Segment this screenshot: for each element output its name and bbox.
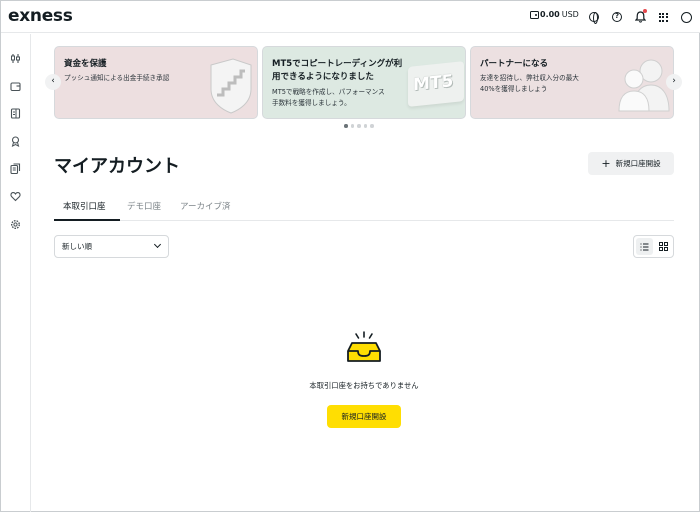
banner-become-partner[interactable]: パートナーになる 友達を招待し、弊社収入分の最大 40%を獲得しましょう bbox=[470, 46, 674, 119]
carousel-dot[interactable] bbox=[363, 124, 367, 128]
carousel-dot[interactable] bbox=[350, 124, 354, 128]
carousel-dot[interactable] bbox=[344, 124, 348, 128]
balance-amount: 0.00 bbox=[540, 10, 560, 19]
help-icon[interactable]: ? bbox=[611, 11, 623, 23]
banner-title: 資金を保護 bbox=[64, 59, 107, 69]
mt5-illustration: MT5 bbox=[408, 61, 464, 107]
active-tab-indicator bbox=[54, 219, 120, 221]
rewards-icon[interactable] bbox=[10, 132, 21, 147]
banner-body-line1: 友達を招待し、弊社収入分の最大 bbox=[480, 74, 579, 82]
document-icon[interactable] bbox=[10, 104, 21, 119]
plus-icon: + bbox=[601, 156, 611, 170]
list-icon bbox=[640, 242, 649, 251]
balance-currency: USD bbox=[561, 10, 579, 19]
notification-dot bbox=[643, 9, 647, 13]
globe-icon[interactable] bbox=[588, 11, 600, 24]
open-new-account-cta-button[interactable]: 新規口座開設 bbox=[327, 405, 401, 428]
profile-icon[interactable] bbox=[680, 11, 692, 23]
tab-demo-accounts[interactable]: デモ口座 bbox=[127, 200, 161, 212]
banner-title-line2: 用できるようになりました bbox=[272, 72, 374, 82]
account-tabs: 本取引口座 デモ口座 アーカイブ済 bbox=[54, 197, 674, 221]
banner-title: パートナーになる bbox=[480, 59, 549, 69]
open-new-account-button[interactable]: + 新規口座開設 bbox=[588, 152, 674, 175]
banner-body: プッシュ通知による出金手続き承認 bbox=[64, 74, 170, 82]
tab-real-accounts[interactable]: 本取引口座 bbox=[63, 200, 106, 212]
top-bar: exness 0.00 USD ? bbox=[1, 1, 700, 33]
carousel-prev-button[interactable]: ‹ bbox=[45, 74, 61, 90]
apps-grid-icon[interactable] bbox=[657, 11, 669, 23]
empty-state-message: 本取引口座をお持ちでありません bbox=[309, 381, 419, 390]
wallet-icon[interactable] bbox=[10, 77, 21, 92]
shield-stairs-illustration bbox=[210, 58, 252, 114]
sidebar bbox=[1, 34, 31, 512]
view-toggle bbox=[633, 235, 674, 258]
banner-body-line2: 40%を獲得しましょう bbox=[480, 85, 548, 93]
partners-illustration bbox=[618, 59, 670, 112]
trading-icon[interactable] bbox=[10, 49, 21, 63]
grid-view-button[interactable] bbox=[655, 238, 672, 255]
banner-protect-funds[interactable]: 資金を保護 プッシュ通知による出金手続き承認 bbox=[54, 46, 258, 119]
favorites-icon[interactable] bbox=[10, 187, 21, 202]
carousel-next-button[interactable]: › bbox=[666, 74, 682, 90]
banner-title-line1: MT5でコピートレーディングが利 bbox=[272, 59, 403, 69]
list-view-button[interactable] bbox=[636, 238, 653, 255]
balance-display[interactable]: 0.00 USD bbox=[530, 10, 579, 19]
sort-select[interactable]: 新しい順 bbox=[54, 235, 169, 258]
banner-body-line1: MT5で戦略を作成し、パフォーマンス bbox=[272, 88, 385, 96]
chevron-down-icon bbox=[153, 240, 162, 249]
sort-selected-value: 新しい順 bbox=[62, 242, 92, 251]
carousel-dot[interactable] bbox=[357, 124, 361, 128]
open-new-account-label: 新規口座開設 bbox=[615, 159, 661, 168]
exness-logo[interactable]: exness bbox=[8, 6, 73, 26]
banner-body-line2: 手数料を獲得しましょう。 bbox=[272, 99, 351, 107]
grid-icon bbox=[659, 242, 668, 251]
app-window: exness 0.00 USD ? 資金を保護 プッシュ通知による出金手続き承認… bbox=[0, 0, 700, 512]
copy-icon[interactable] bbox=[10, 159, 21, 175]
tab-archived[interactable]: アーカイブ済 bbox=[180, 200, 231, 212]
page-title: マイアカウント bbox=[54, 156, 180, 177]
wallet-icon bbox=[530, 10, 539, 19]
carousel-dot[interactable] bbox=[370, 124, 374, 128]
banner-mt5-copytrading[interactable]: MT5でコピートレーディングが利 用できるようになりました MT5で戦略を作成し… bbox=[262, 46, 466, 119]
settings-icon[interactable] bbox=[10, 215, 21, 229]
empty-inbox-icon bbox=[347, 331, 381, 362]
bell-icon[interactable] bbox=[634, 9, 647, 23]
carousel-pagination bbox=[344, 124, 374, 128]
